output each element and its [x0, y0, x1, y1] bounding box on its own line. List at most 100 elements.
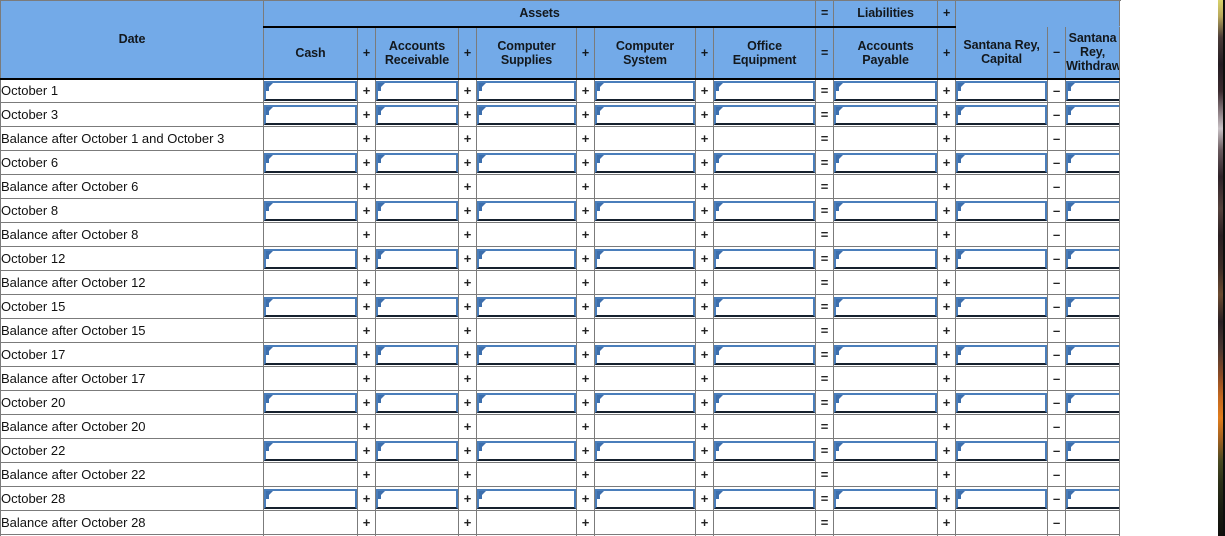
amount-input-santana-rey-capital[interactable]: [956, 80, 1047, 101]
amount-input-santana-rey-capital[interactable]: [956, 200, 1047, 221]
amount-input-computer-system[interactable]: [595, 440, 695, 461]
cell-computer-supplies[interactable]: [476, 486, 577, 511]
amount-input-accounts-receivable[interactable]: [376, 296, 458, 317]
cell-computer-supplies[interactable]: [476, 198, 577, 223]
amount-input-office-equipment[interactable]: [714, 392, 815, 413]
cell-santana-rey-withdrawals[interactable]: [1065, 342, 1121, 367]
amount-input-computer-supplies[interactable]: [477, 200, 576, 221]
amount-input-santana-rey-withdrawals[interactable]: [1066, 152, 1119, 173]
cell-cash[interactable]: [263, 246, 358, 271]
cell-office-equipment[interactable]: [712, 390, 817, 415]
amount-input-santana-rey-capital[interactable]: [956, 392, 1047, 413]
cell-cash[interactable]: [263, 102, 358, 127]
cell-accounts-receivable[interactable]: [375, 102, 459, 127]
cell-computer-system[interactable]: [594, 294, 696, 319]
cell-office-equipment[interactable]: [712, 294, 817, 319]
amount-input-santana-rey-withdrawals[interactable]: [1066, 200, 1119, 221]
amount-input-accounts-payable[interactable]: [834, 248, 937, 269]
cell-cash[interactable]: [263, 78, 358, 103]
cell-santana-rey-capital[interactable]: [955, 438, 1049, 463]
cell-accounts-receivable[interactable]: [375, 246, 459, 271]
amount-input-accounts-receivable[interactable]: [376, 344, 458, 365]
amount-input-accounts-payable[interactable]: [834, 104, 937, 125]
cell-cash[interactable]: [263, 390, 358, 415]
amount-input-cash[interactable]: [264, 296, 357, 317]
amount-input-accounts-receivable[interactable]: [376, 80, 458, 101]
amount-input-computer-system[interactable]: [595, 248, 695, 269]
amount-input-computer-system[interactable]: [595, 200, 695, 221]
cell-santana-rey-capital[interactable]: [955, 342, 1049, 367]
amount-input-computer-supplies[interactable]: [477, 152, 576, 173]
cell-computer-supplies[interactable]: [476, 246, 577, 271]
cell-accounts-payable[interactable]: [833, 294, 939, 319]
amount-input-santana-rey-withdrawals[interactable]: [1066, 392, 1119, 413]
cell-santana-rey-withdrawals[interactable]: [1065, 294, 1121, 319]
amount-input-cash[interactable]: [264, 104, 357, 125]
amount-input-office-equipment[interactable]: [714, 80, 815, 101]
cell-accounts-payable[interactable]: [833, 342, 939, 367]
amount-input-cash[interactable]: [264, 248, 357, 269]
cell-office-equipment[interactable]: [712, 486, 817, 511]
cell-cash[interactable]: [263, 486, 358, 511]
amount-input-santana-rey-withdrawals[interactable]: [1066, 488, 1119, 509]
amount-input-computer-supplies[interactable]: [477, 80, 576, 101]
amount-input-cash[interactable]: [264, 440, 357, 461]
cell-santana-rey-capital[interactable]: [955, 78, 1049, 103]
cell-accounts-receivable[interactable]: [375, 390, 459, 415]
amount-input-santana-rey-withdrawals[interactable]: [1066, 296, 1119, 317]
amount-input-accounts-receivable[interactable]: [376, 152, 458, 173]
cell-computer-supplies[interactable]: [476, 390, 577, 415]
cell-accounts-payable[interactable]: [833, 390, 939, 415]
amount-input-computer-system[interactable]: [595, 80, 695, 101]
cell-cash[interactable]: [263, 438, 358, 463]
amount-input-santana-rey-capital[interactable]: [956, 440, 1047, 461]
cell-accounts-payable[interactable]: [833, 246, 939, 271]
amount-input-cash[interactable]: [264, 392, 357, 413]
amount-input-accounts-receivable[interactable]: [376, 440, 458, 461]
amount-input-computer-supplies[interactable]: [477, 392, 576, 413]
amount-input-computer-system[interactable]: [595, 344, 695, 365]
cell-office-equipment[interactable]: [712, 198, 817, 223]
cell-computer-supplies[interactable]: [476, 150, 577, 175]
cell-computer-system[interactable]: [594, 438, 696, 463]
amount-input-accounts-payable[interactable]: [834, 392, 937, 413]
cell-office-equipment[interactable]: [712, 150, 817, 175]
amount-input-office-equipment[interactable]: [714, 296, 815, 317]
amount-input-santana-rey-capital[interactable]: [956, 488, 1047, 509]
cell-computer-supplies[interactable]: [476, 438, 577, 463]
cell-cash[interactable]: [263, 198, 358, 223]
cell-computer-system[interactable]: [594, 150, 696, 175]
cell-santana-rey-capital[interactable]: [955, 150, 1049, 175]
amount-input-office-equipment[interactable]: [714, 152, 815, 173]
cell-santana-rey-withdrawals[interactable]: [1065, 390, 1121, 415]
cell-computer-supplies[interactable]: [476, 294, 577, 319]
cell-cash[interactable]: [263, 342, 358, 367]
cell-accounts-receivable[interactable]: [375, 78, 459, 103]
cell-santana-rey-withdrawals[interactable]: [1065, 246, 1121, 271]
cell-computer-system[interactable]: [594, 390, 696, 415]
amount-input-cash[interactable]: [264, 344, 357, 365]
amount-input-office-equipment[interactable]: [714, 488, 815, 509]
amount-input-computer-system[interactable]: [595, 104, 695, 125]
cell-santana-rey-withdrawals[interactable]: [1065, 78, 1121, 103]
cell-computer-supplies[interactable]: [476, 102, 577, 127]
amount-input-cash[interactable]: [264, 488, 357, 509]
amount-input-cash[interactable]: [264, 200, 357, 221]
cell-cash[interactable]: [263, 150, 358, 175]
amount-input-accounts-payable[interactable]: [834, 488, 937, 509]
amount-input-accounts-payable[interactable]: [834, 344, 937, 365]
amount-input-computer-system[interactable]: [595, 488, 695, 509]
cell-santana-rey-withdrawals[interactable]: [1065, 198, 1121, 223]
amount-input-accounts-receivable[interactable]: [376, 392, 458, 413]
amount-input-accounts-payable[interactable]: [834, 80, 937, 101]
cell-computer-system[interactable]: [594, 246, 696, 271]
amount-input-accounts-payable[interactable]: [834, 152, 937, 173]
cell-accounts-payable[interactable]: [833, 102, 939, 127]
cell-computer-system[interactable]: [594, 198, 696, 223]
amount-input-santana-rey-withdrawals[interactable]: [1066, 440, 1119, 461]
cell-accounts-payable[interactable]: [833, 486, 939, 511]
cell-office-equipment[interactable]: [712, 102, 817, 127]
amount-input-computer-supplies[interactable]: [477, 440, 576, 461]
cell-santana-rey-withdrawals[interactable]: [1065, 102, 1121, 127]
amount-input-santana-rey-withdrawals[interactable]: [1066, 104, 1119, 125]
